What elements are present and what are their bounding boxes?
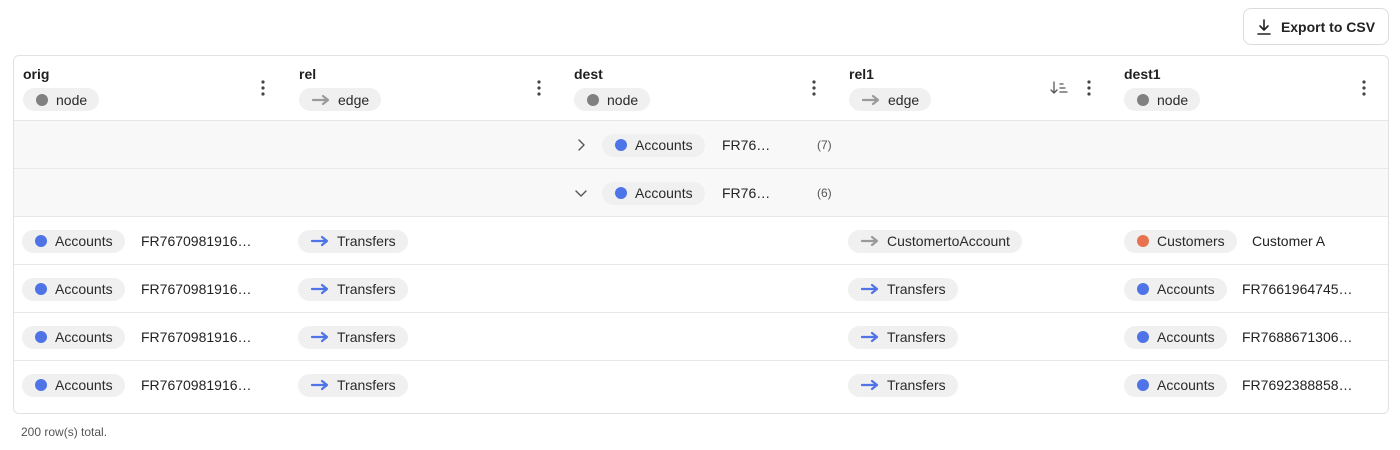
edge-arrow-icon (311, 331, 329, 343)
type-badge-node: node (23, 88, 100, 111)
column-header-dest[interactable]: dest node (565, 56, 840, 120)
node-id-value: Customer A (1252, 233, 1326, 249)
edge-badge-customertoaccount[interactable]: CustomertoAccount (848, 229, 1022, 253)
edge-arrow-icon (861, 235, 879, 247)
node-badge-accounts[interactable]: Accounts (1124, 325, 1227, 349)
node-id-value: FR7688671306… (1242, 329, 1353, 345)
edge-arrow-icon (862, 94, 880, 105)
column-header-rel[interactable]: rel edge (290, 56, 565, 120)
edge-arrow-icon (312, 94, 330, 105)
export-csv-button[interactable]: Export to CSV (1243, 8, 1389, 45)
group-row[interactable]: Accounts FR76… (6) (14, 169, 1388, 217)
column-name: dest1 (1124, 66, 1161, 82)
group-count: (6) (817, 186, 832, 200)
column-menu-icon[interactable] (1358, 78, 1370, 98)
node-id-value: FR7670981916… (141, 377, 252, 393)
type-badge-node: node (1124, 88, 1201, 111)
node-id-value: FR7692388858… (1242, 377, 1353, 393)
node-badge-accounts[interactable]: Accounts (22, 229, 125, 253)
node-dot-icon (615, 139, 627, 151)
table-row[interactable]: Accounts FR7670981916… Transfers Transfe… (14, 361, 1388, 409)
results-table: orig node rel edge dest node rel1 edge d… (13, 55, 1389, 414)
node-badge-accounts[interactable]: Accounts (22, 277, 125, 301)
node-badge-accounts[interactable]: Accounts (1124, 277, 1227, 301)
column-menu-icon[interactable] (808, 78, 820, 98)
column-name: dest (574, 66, 603, 82)
group-value: FR76… (722, 185, 771, 201)
column-header-dest1[interactable]: dest1 node (1115, 56, 1388, 120)
node-dot-icon (1137, 283, 1149, 295)
edge-arrow-icon (861, 379, 879, 391)
node-id-value: FR7670981916… (141, 233, 252, 249)
column-header-orig[interactable]: orig node (14, 56, 289, 120)
column-menu-icon[interactable] (1083, 78, 1095, 98)
edge-badge-transfers[interactable]: Transfers (298, 229, 408, 253)
edge-badge-transfers[interactable]: Transfers (298, 373, 408, 397)
column-name: rel1 (849, 66, 874, 82)
type-badge-node: node (574, 88, 651, 111)
node-dot-icon (35, 331, 47, 343)
edge-arrow-icon (311, 379, 329, 391)
row-count-footer: 200 row(s) total. (21, 425, 108, 439)
node-dot-icon (36, 93, 48, 106)
node-id-value: FR7670981916… (141, 329, 252, 345)
table-row[interactable]: Accounts FR7670981916… Transfers Transfe… (14, 313, 1388, 361)
group-row[interactable]: Accounts FR76… (7) (14, 121, 1388, 169)
node-dot-icon (615, 187, 627, 199)
node-dot-icon (35, 379, 47, 391)
edge-badge-transfers[interactable]: Transfers (848, 325, 958, 349)
node-dot-icon (1137, 331, 1149, 343)
node-id-value: FR7670981916… (141, 281, 252, 297)
edge-badge-transfers[interactable]: Transfers (298, 325, 408, 349)
column-name: rel (299, 66, 317, 82)
table-header: orig node rel edge dest node rel1 edge d… (14, 56, 1388, 121)
edge-badge-transfers[interactable]: Transfers (848, 373, 958, 397)
node-badge-accounts[interactable]: Accounts (22, 325, 125, 349)
node-badge-accounts[interactable]: Accounts (602, 133, 705, 157)
edge-arrow-icon (311, 235, 329, 247)
edge-arrow-icon (311, 283, 329, 295)
node-dot-icon (35, 235, 47, 247)
export-csv-label: Export to CSV (1280, 18, 1376, 35)
sort-descending-icon[interactable] (1050, 80, 1068, 96)
column-header-rel1[interactable]: rel1 edge (840, 56, 1115, 120)
column-menu-icon[interactable] (257, 78, 269, 98)
chevron-right-icon[interactable] (574, 138, 588, 152)
node-dot-icon (587, 93, 599, 106)
group-value: FR76… (722, 137, 771, 153)
chevron-down-icon[interactable] (574, 186, 588, 200)
node-id-value: FR7661964745… (1242, 281, 1353, 297)
node-badge-customers[interactable]: Customers (1124, 229, 1237, 253)
node-badge-accounts[interactable]: Accounts (1124, 373, 1227, 397)
group-count: (7) (817, 138, 832, 152)
node-dot-icon (35, 283, 47, 295)
type-badge-edge: edge (849, 88, 932, 111)
edge-arrow-icon (861, 283, 879, 295)
table-row[interactable]: Accounts FR7670981916… Transfers Transfe… (14, 265, 1388, 313)
type-badge-edge: edge (299, 88, 382, 111)
node-dot-icon (1137, 93, 1149, 106)
node-badge-accounts[interactable]: Accounts (22, 373, 125, 397)
column-name: orig (23, 66, 50, 82)
edge-badge-transfers[interactable]: Transfers (298, 277, 408, 301)
node-badge-accounts[interactable]: Accounts (602, 181, 705, 205)
edge-badge-transfers[interactable]: Transfers (848, 277, 958, 301)
column-menu-icon[interactable] (533, 78, 545, 98)
node-dot-icon (1137, 379, 1149, 391)
table-row[interactable]: Accounts FR7670981916… Transfers Custome… (14, 217, 1388, 265)
download-icon (1257, 18, 1271, 35)
edge-arrow-icon (861, 331, 879, 343)
node-dot-icon (1137, 235, 1149, 247)
